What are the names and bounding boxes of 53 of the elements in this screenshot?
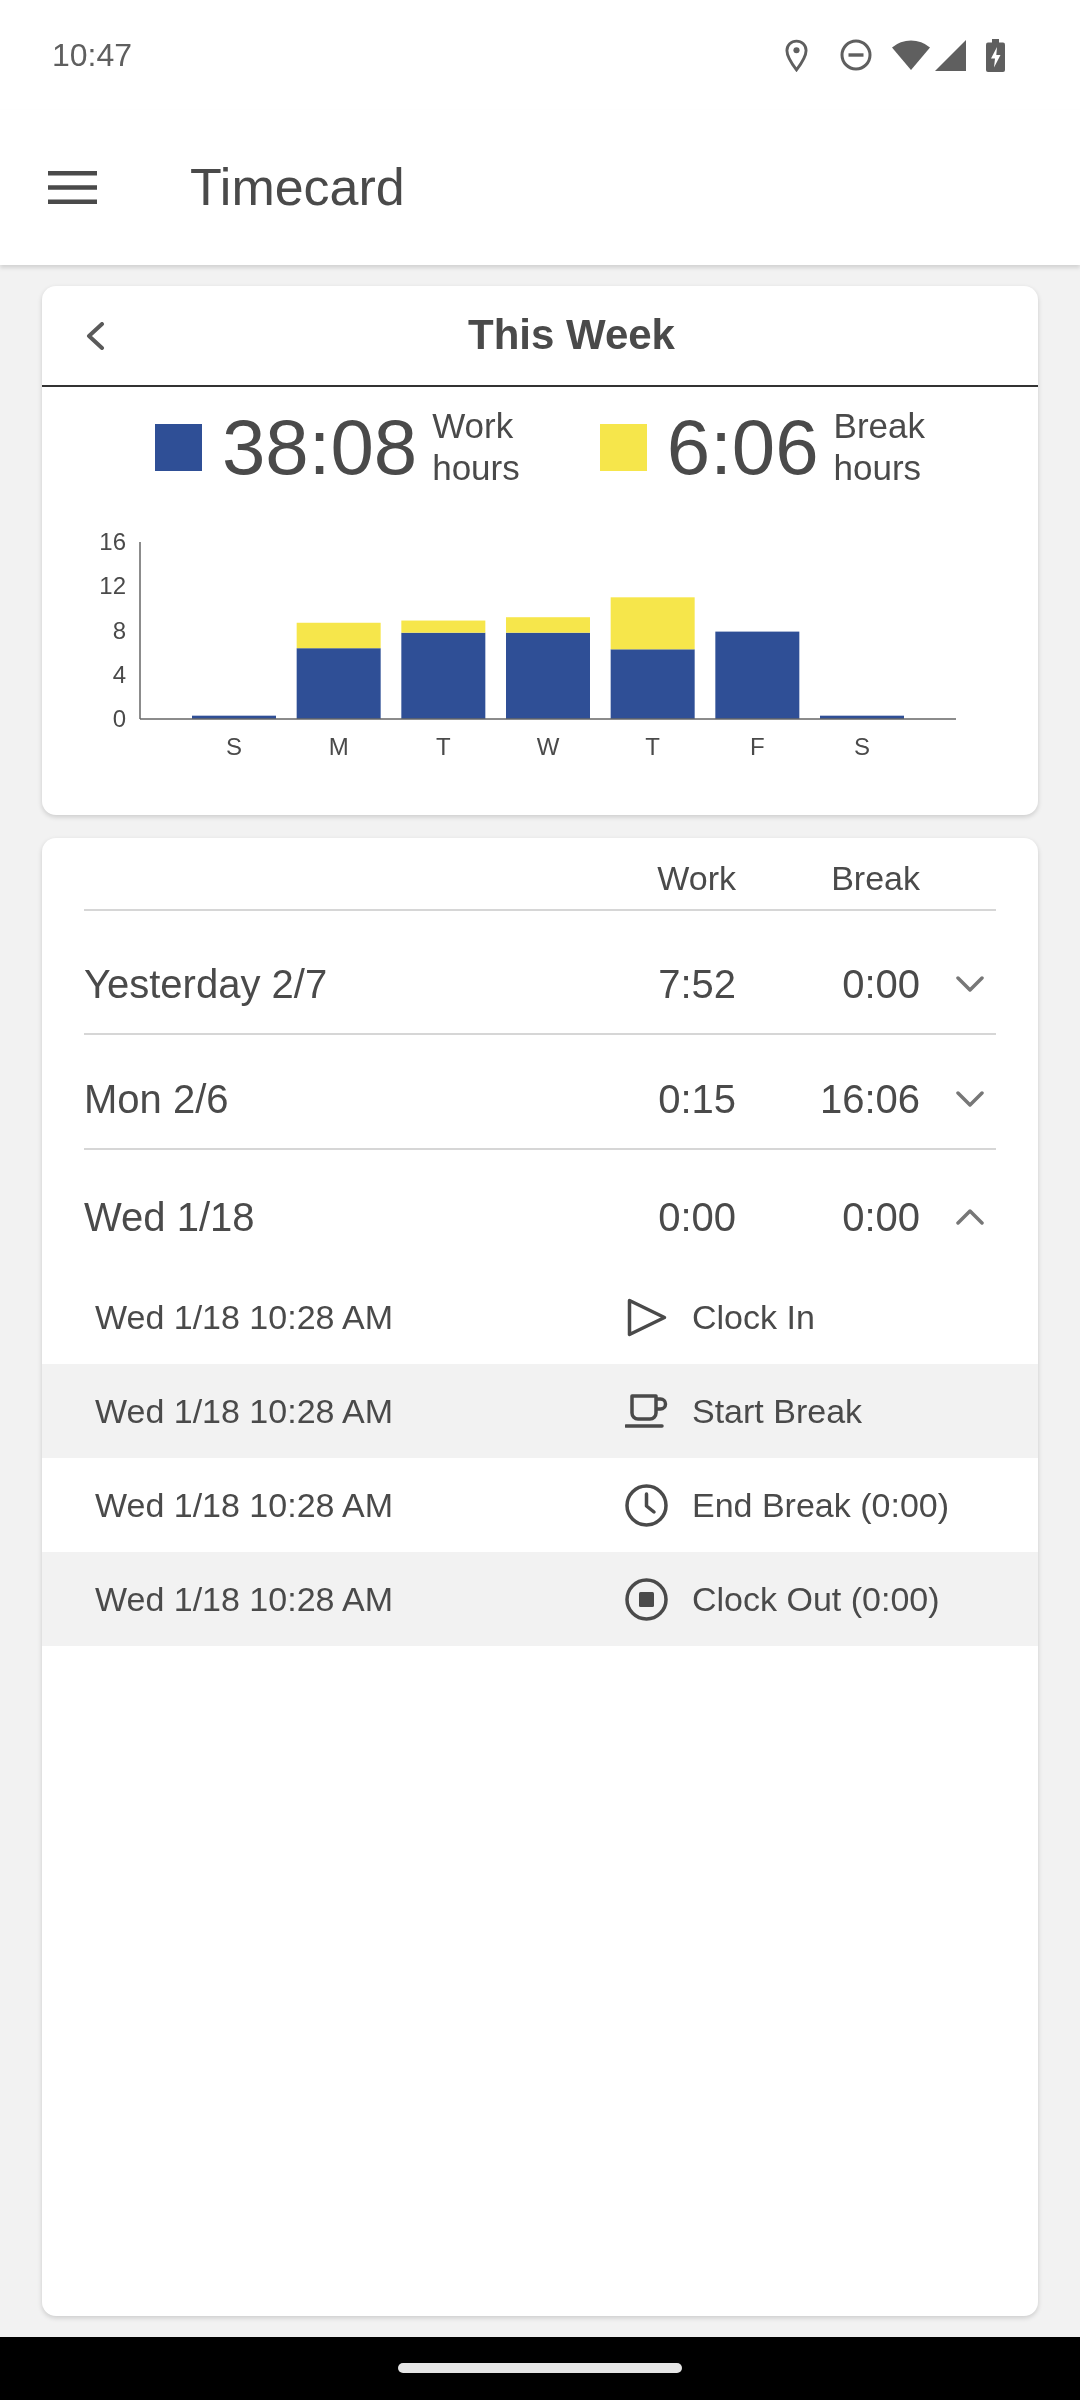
chevron-up-icon[interactable] (956, 1209, 984, 1225)
menu-icon[interactable] (48, 171, 97, 204)
total-value: 6:06 (666, 408, 819, 486)
event-time: Wed 1/18 10:28 AM (95, 1296, 394, 1338)
total-label: Work hours (432, 405, 520, 489)
day-label: Yesterday 2/7 (84, 961, 329, 1008)
day-label: Wed 1/18 (84, 1194, 256, 1241)
card-title: This Week (467, 312, 676, 359)
location-icon (785, 38, 808, 72)
chevron-down-icon[interactable] (956, 976, 984, 992)
day-label: Mon 2/6 (84, 1075, 230, 1123)
axis-tick-label: 8 (112, 616, 126, 644)
axis-label: S (854, 733, 870, 760)
play-icon (626, 1297, 667, 1337)
column-header: Work (656, 858, 736, 899)
do-not-disturb-icon (840, 39, 872, 71)
axis-tick-label: 4 (112, 660, 126, 688)
axis-label: T (645, 733, 660, 760)
axis-label: T (436, 733, 451, 760)
stop-icon (625, 1577, 668, 1621)
event-time: Wed 1/18 10:28 AM (95, 1578, 394, 1620)
work-hours: 0:00 (657, 1194, 736, 1241)
clock-icon (625, 1483, 668, 1527)
battery-icon (986, 38, 1005, 72)
event-action: Clock In (692, 1296, 815, 1338)
home-handle[interactable] (398, 2363, 682, 2373)
cup-icon (625, 1394, 668, 1428)
status-time: 10:47 (52, 39, 133, 71)
axis-label: F (750, 733, 765, 760)
break-hours: 0:00 (841, 1194, 920, 1241)
break-hours: 16:06 (818, 1075, 920, 1123)
total-label: Break hours (833, 405, 925, 489)
column-header: Break (830, 858, 920, 899)
event-action: Clock Out (0:00) (692, 1578, 940, 1620)
event-time: Wed 1/18 10:28 AM (95, 1484, 394, 1526)
event-action: End Break (0:00) (692, 1484, 950, 1526)
axis-tick-label: 16 (99, 528, 126, 555)
chevron-down-icon[interactable] (956, 1090, 984, 1107)
total-value: 38:08 (222, 408, 418, 486)
app-title: Timecard (190, 158, 405, 217)
axis-label: S (226, 733, 242, 760)
back-icon[interactable] (85, 321, 105, 350)
wifi-icon (892, 40, 930, 70)
break-hours: 0:00 (841, 961, 920, 1008)
axis-label: M (328, 733, 349, 760)
axis-tick-label: 0 (112, 705, 126, 732)
signal-icon (935, 39, 966, 71)
event-time: Wed 1/18 10:28 AM (95, 1390, 394, 1432)
axis-tick-label: 12 (99, 572, 126, 600)
axis-label: W (536, 733, 560, 760)
work-hours: 0:15 (657, 1075, 736, 1123)
work-hours: 7:52 (657, 961, 736, 1008)
event-action: Start Break (692, 1390, 863, 1432)
